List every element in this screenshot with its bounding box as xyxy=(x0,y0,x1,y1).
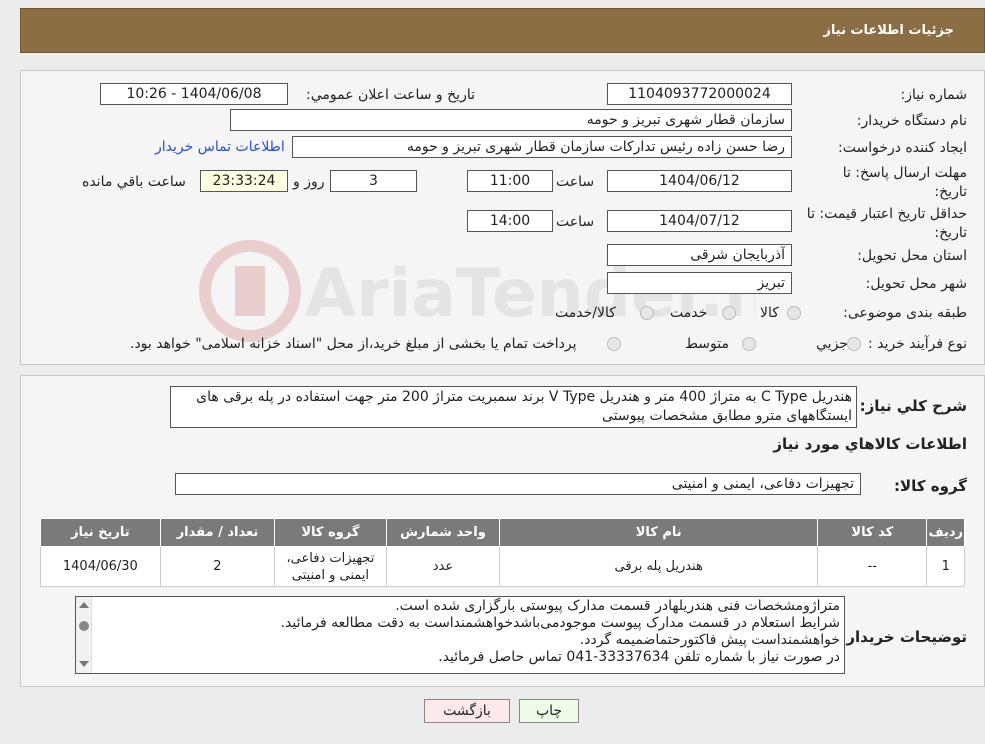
goods-group-field: تجهیزات دفاعی، ایمنی و امنیتی xyxy=(175,473,861,495)
category-radio-goods[interactable] xyxy=(787,306,801,320)
payment-note: پرداخت تمام یا بخشی از مبلغ خرید،از محل … xyxy=(130,336,577,352)
row-index: 1 xyxy=(926,546,965,587)
need-number-field: 1104093772000024 xyxy=(607,83,792,105)
buyer-note-line: خواهشمنداست پیش فاکتورحتماضمیمه گردد. xyxy=(579,632,840,648)
process-label: نوع فرآیند خرید : xyxy=(868,336,967,352)
page-title: جزئیات اطلاعات نیاز xyxy=(823,23,954,38)
city-label: شهر محل تحویل: xyxy=(865,276,967,292)
buyer-note-line: در صورت نیاز با شماره تلفن 33337634-041 … xyxy=(438,649,840,665)
need-number-label: شماره نیاز: xyxy=(900,87,968,103)
scroll-thumb[interactable] xyxy=(79,621,89,631)
creator-field: رضا حسن زاده رئیس تدارکات سازمان قطار شه… xyxy=(292,136,792,158)
deadline-label: مهلت ارسال پاسخ: تا تاریخ: xyxy=(842,165,967,200)
table-row: 1 -- هندریل پله برقی عدد تجهیزات دفاعی، … xyxy=(40,546,965,587)
days-field: 3 xyxy=(330,170,417,192)
category-label: طبقه بندی موضوعی: xyxy=(843,305,967,321)
buyer-org-label: نام دستگاه خریدار: xyxy=(856,113,967,129)
buyer-notes-label: توضيحات خريدار: xyxy=(840,628,967,646)
summary-label: شرح كلي نياز: xyxy=(859,397,967,415)
buyer-contact-link[interactable]: اطلاعات تماس خریدار xyxy=(155,139,285,155)
back-button[interactable]: بازگشت xyxy=(424,699,510,723)
process-radio-medium[interactable] xyxy=(742,337,756,351)
goods-group-label: گروه كالا: xyxy=(894,477,967,495)
scroll-up-icon[interactable] xyxy=(79,602,89,608)
row-qty: 2 xyxy=(159,546,276,587)
validity-date-field: 1404/07/12 xyxy=(607,210,792,232)
row-date: 1404/06/30 xyxy=(40,546,161,587)
goods-section-title: اطلاعات كالاهاي مورد نياز xyxy=(773,435,967,453)
category-radio-goods-service[interactable] xyxy=(640,306,654,320)
process-option-medium: متوسط xyxy=(685,336,729,352)
page-header: جزئیات اطلاعات نیاز xyxy=(20,8,985,53)
announce-field: 1404/06/08 - 10:26 xyxy=(100,83,288,105)
announce-label: تاریخ و ساعت اعلان عمومي: xyxy=(306,87,475,103)
col-unit: واحد شمارش xyxy=(385,518,501,547)
province-field: آذربایجان شرقی xyxy=(607,244,792,266)
col-qty: تعداد / مقدار xyxy=(159,518,276,547)
summary-field: هندریل C Type به متراژ 400 متر و هندریل … xyxy=(170,386,857,428)
col-index: رديف xyxy=(926,518,965,547)
buyer-org-field: سازمان قطار شهری تبریز و حومه xyxy=(230,109,792,131)
deadline-time-field: 11:00 xyxy=(467,170,553,192)
buyer-note-line: متراژومشخصات فنی هندریلهادر قسمت مدارک پ… xyxy=(395,598,840,614)
scroll-down-icon[interactable] xyxy=(79,661,89,667)
deadline-time-label: ساعت xyxy=(556,174,595,190)
category-option-goods: کالا xyxy=(760,305,779,321)
row-name: هندریل پله برقی xyxy=(499,546,819,587)
city-field: تبریز xyxy=(607,272,792,294)
category-option-service: خدمت xyxy=(670,305,708,321)
col-date: تاريخ نياز xyxy=(40,518,161,547)
col-group: گروه كالا xyxy=(274,518,387,547)
buyer-note-line: شرایط استعلام در قسمت مدارک پیوست موجودم… xyxy=(280,615,840,631)
col-code: كد كالا xyxy=(817,518,928,547)
creator-label: ایجاد کننده درخواست: xyxy=(838,140,967,156)
validity-time-label: ساعت xyxy=(556,214,595,230)
province-label: استان محل تحویل: xyxy=(857,248,967,264)
buyer-notes-scrollbar[interactable] xyxy=(76,597,92,673)
deadline-date-field: 1404/06/12 xyxy=(607,170,792,192)
remaining-time-field: 23:33:24 xyxy=(200,170,288,192)
validity-label: حداقل تاریخ اعتبار قیمت: تا تاریخ: xyxy=(806,206,967,241)
category-option-goods-service: کالا/خدمت xyxy=(555,305,616,321)
row-code: -- xyxy=(817,546,928,587)
buyer-notes-field: متراژومشخصات فنی هندریلهادر قسمت مدارک پ… xyxy=(75,596,845,674)
row-unit: عدد xyxy=(385,546,501,587)
days-label: روز و xyxy=(293,174,325,190)
process-radio-treasury[interactable] xyxy=(607,337,621,351)
row-group: تجهیزات دفاعی، ایمنی و امنیتی xyxy=(274,546,387,587)
goods-table: رديف كد كالا نام كالا واحد شمارش گروه كا… xyxy=(40,518,965,587)
process-radio-minor[interactable] xyxy=(847,337,861,351)
validity-time-field: 14:00 xyxy=(467,210,553,232)
col-name: نام كالا xyxy=(499,518,819,547)
process-option-minor: جزیي xyxy=(816,336,848,352)
category-radio-service[interactable] xyxy=(722,306,736,320)
print-button[interactable]: چاپ xyxy=(519,699,579,723)
goods-table-header: رديف كد كالا نام كالا واحد شمارش گروه كا… xyxy=(40,518,965,547)
remaining-label: ساعت باقي مانده xyxy=(82,174,186,190)
